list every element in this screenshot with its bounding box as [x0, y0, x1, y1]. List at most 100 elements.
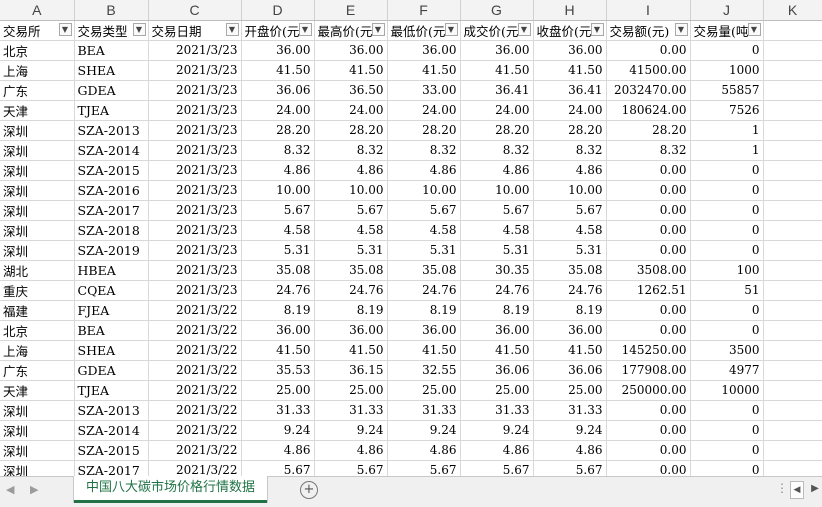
data-cell[interactable]: TJEA: [74, 100, 149, 121]
data-cell[interactable]: CQEA: [74, 280, 149, 301]
filter-dropdown-icon[interactable]: ▼: [747, 22, 761, 36]
data-cell[interactable]: 4.86: [387, 160, 461, 181]
data-cell[interactable]: SZA-2014: [74, 140, 149, 161]
data-cell[interactable]: 24.76: [314, 280, 388, 301]
data-cell[interactable]: 深圳: [0, 120, 75, 141]
header-cell[interactable]: 交易日期 ▼: [148, 20, 242, 41]
data-cell[interactable]: 100: [690, 260, 764, 281]
data-cell[interactable]: 10.00: [314, 180, 388, 201]
data-cell[interactable]: 31.33: [241, 400, 315, 421]
data-cell[interactable]: 36.06: [241, 80, 315, 101]
data-cell[interactable]: 36.00: [533, 40, 607, 61]
data-cell[interactable]: 28.20: [533, 120, 607, 141]
data-cell[interactable]: 4.58: [533, 220, 607, 241]
data-cell[interactable]: GDEA: [74, 80, 149, 101]
filter-dropdown-icon[interactable]: ▼: [58, 22, 72, 36]
data-cell[interactable]: 10000: [690, 380, 764, 401]
header-cell[interactable]: 开盘价(元 ▼: [241, 20, 315, 41]
data-cell[interactable]: 8.19: [314, 300, 388, 321]
empty-cell[interactable]: [763, 40, 822, 61]
filter-dropdown-icon[interactable]: ▼: [371, 22, 385, 36]
data-cell[interactable]: 5.67: [241, 200, 315, 221]
data-cell[interactable]: 0.00: [606, 460, 691, 476]
data-cell[interactable]: GDEA: [74, 360, 149, 381]
data-cell[interactable]: 4.86: [387, 440, 461, 461]
column-header-a[interactable]: A: [0, 0, 75, 21]
data-cell[interactable]: 10.00: [533, 180, 607, 201]
data-cell[interactable]: 35.08: [241, 260, 315, 281]
filter-dropdown-icon[interactable]: ▼: [590, 22, 604, 36]
data-cell[interactable]: 41.50: [533, 60, 607, 81]
empty-cell[interactable]: [763, 320, 822, 341]
data-cell[interactable]: 5.67: [533, 460, 607, 476]
worksheet-grid[interactable]: ABCDEFGHIJK 交易所 ▼ 交易类型 ▼ 交易日期 ▼ 开盘价(元 ▼ 最高价(元 ▼ 最低…: [0, 0, 822, 476]
data-cell[interactable]: 24.00: [533, 100, 607, 121]
data-cell[interactable]: 36.06: [460, 360, 534, 381]
column-header-k[interactable]: K: [763, 0, 822, 21]
data-cell[interactable]: 55857: [690, 80, 764, 101]
data-cell[interactable]: 重庆: [0, 280, 75, 301]
data-cell[interactable]: 4.86: [241, 160, 315, 181]
data-cell[interactable]: 8.19: [241, 300, 315, 321]
data-cell[interactable]: 10.00: [460, 180, 534, 201]
data-cell[interactable]: 51: [690, 280, 764, 301]
data-cell[interactable]: 5.67: [387, 200, 461, 221]
data-cell[interactable]: 2021/3/22: [148, 400, 242, 421]
data-cell[interactable]: 5.31: [387, 240, 461, 261]
column-header-j[interactable]: J: [690, 0, 764, 21]
empty-cell[interactable]: [763, 300, 822, 321]
data-cell[interactable]: 5.67: [314, 200, 388, 221]
data-cell[interactable]: 8.32: [460, 140, 534, 161]
data-cell[interactable]: 0: [690, 440, 764, 461]
data-cell[interactable]: 4977: [690, 360, 764, 381]
data-cell[interactable]: 2021/3/23: [148, 60, 242, 81]
filter-dropdown-icon[interactable]: ▼: [298, 22, 312, 36]
empty-cell[interactable]: [763, 400, 822, 421]
filter-dropdown-icon[interactable]: ▼: [674, 22, 688, 36]
data-cell[interactable]: 0: [690, 160, 764, 181]
data-cell[interactable]: 25.00: [460, 380, 534, 401]
data-cell[interactable]: 天津: [0, 100, 75, 121]
filter-dropdown-icon[interactable]: ▼: [517, 22, 531, 36]
data-cell[interactable]: 24.76: [387, 280, 461, 301]
empty-cell[interactable]: [763, 180, 822, 201]
data-cell[interactable]: 5.31: [533, 240, 607, 261]
data-cell[interactable]: 36.00: [241, 40, 315, 61]
data-cell[interactable]: 福建: [0, 300, 75, 321]
data-cell[interactable]: SZA-2018: [74, 220, 149, 241]
empty-cell[interactable]: [763, 100, 822, 121]
data-cell[interactable]: 2021/3/22: [148, 420, 242, 441]
data-cell[interactable]: 2021/3/23: [148, 160, 242, 181]
data-cell[interactable]: 4.86: [314, 160, 388, 181]
data-cell[interactable]: 湖北: [0, 260, 75, 281]
data-cell[interactable]: 28.20: [606, 120, 691, 141]
data-cell[interactable]: 177908.00: [606, 360, 691, 381]
data-cell[interactable]: 41500.00: [606, 60, 691, 81]
data-cell[interactable]: 北京: [0, 40, 75, 61]
data-cell[interactable]: 36.00: [460, 40, 534, 61]
data-cell[interactable]: 0.00: [606, 220, 691, 241]
data-cell[interactable]: 41.50: [387, 340, 461, 361]
data-cell[interactable]: SZA-2017: [74, 200, 149, 221]
data-cell[interactable]: 2021/3/23: [148, 80, 242, 101]
data-cell[interactable]: 1262.51: [606, 280, 691, 301]
data-cell[interactable]: 2021/3/23: [148, 220, 242, 241]
data-cell[interactable]: 35.08: [533, 260, 607, 281]
data-cell[interactable]: 2021/3/22: [148, 320, 242, 341]
data-cell[interactable]: 180624.00: [606, 100, 691, 121]
data-cell[interactable]: SZA-2016: [74, 180, 149, 201]
data-cell[interactable]: 0: [690, 40, 764, 61]
data-cell[interactable]: 8.32: [606, 140, 691, 161]
data-cell[interactable]: 41.50: [533, 340, 607, 361]
data-cell[interactable]: HBEA: [74, 260, 149, 281]
header-cell[interactable]: 交易所 ▼: [0, 20, 75, 41]
data-cell[interactable]: SZA-2014: [74, 420, 149, 441]
data-cell[interactable]: 2021/3/23: [148, 260, 242, 281]
data-cell[interactable]: 0: [690, 420, 764, 441]
data-cell[interactable]: 0.00: [606, 180, 691, 201]
data-cell[interactable]: 9.24: [460, 420, 534, 441]
data-cell[interactable]: 2021/3/23: [148, 140, 242, 161]
data-cell[interactable]: 4.86: [460, 440, 534, 461]
data-cell[interactable]: 上海: [0, 340, 75, 361]
data-cell[interactable]: 36.41: [533, 80, 607, 101]
